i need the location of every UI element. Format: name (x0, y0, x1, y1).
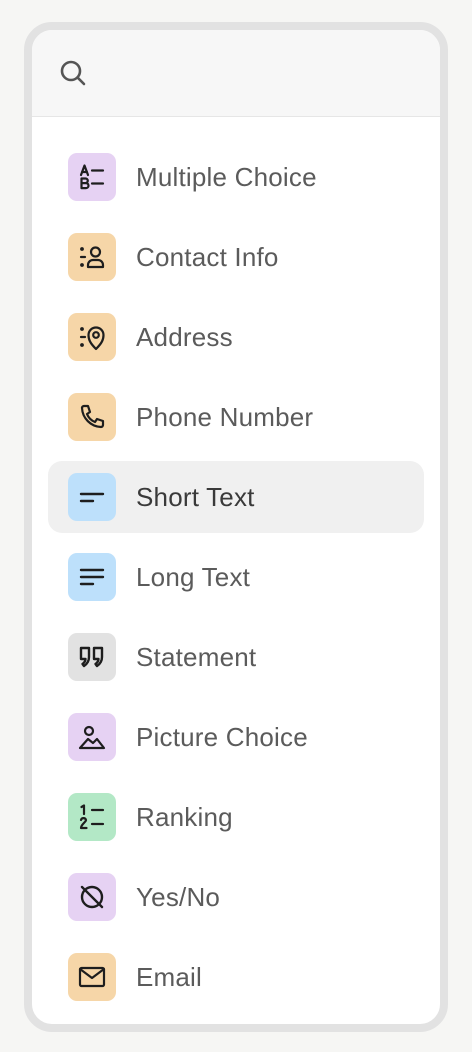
question-type-panel: Multiple Choice Contact Info Address Pho… (24, 22, 448, 1032)
list-item-label: Phone Number (136, 401, 314, 432)
address-icon (68, 313, 116, 361)
ranking-icon (68, 793, 116, 841)
list-item-label: Short Text (136, 481, 255, 512)
question-type-list: Multiple Choice Contact Info Address Pho… (32, 117, 440, 1013)
email-icon (68, 953, 116, 1001)
search-input[interactable] (102, 59, 406, 87)
list-item-label: Address (136, 321, 233, 352)
list-item-address[interactable]: Address (48, 301, 424, 373)
yes-no-icon (68, 873, 116, 921)
contact-info-icon (68, 233, 116, 281)
multiple-choice-icon (68, 153, 116, 201)
phone-icon (68, 393, 116, 441)
list-item-label: Statement (136, 641, 257, 672)
list-item-short-text[interactable]: Short Text (48, 461, 424, 533)
list-item-phone-number[interactable]: Phone Number (48, 381, 424, 453)
list-item-email[interactable]: Email (48, 941, 424, 1013)
list-item-long-text[interactable]: Long Text (48, 541, 424, 613)
list-item-label: Contact Info (136, 241, 279, 272)
picture-choice-icon (68, 713, 116, 761)
list-item-label: Email (136, 961, 203, 992)
list-item-label: Ranking (136, 801, 233, 832)
list-item-statement[interactable]: Statement (48, 621, 424, 693)
list-item-ranking[interactable]: Ranking (48, 781, 424, 853)
list-item-label: Multiple Choice (136, 161, 317, 192)
search-icon (60, 60, 86, 86)
quote-icon (68, 633, 116, 681)
list-item-multiple-choice[interactable]: Multiple Choice (48, 141, 424, 213)
list-item-label: Picture Choice (136, 721, 308, 752)
search-bar[interactable] (32, 30, 440, 117)
list-item-picture-choice[interactable]: Picture Choice (48, 701, 424, 773)
list-item-label: Yes/No (136, 881, 221, 912)
short-text-icon (68, 473, 116, 521)
long-text-icon (68, 553, 116, 601)
list-item-contact-info[interactable]: Contact Info (48, 221, 424, 293)
list-item-label: Long Text (136, 561, 251, 592)
list-item-yes-no[interactable]: Yes/No (48, 861, 424, 933)
